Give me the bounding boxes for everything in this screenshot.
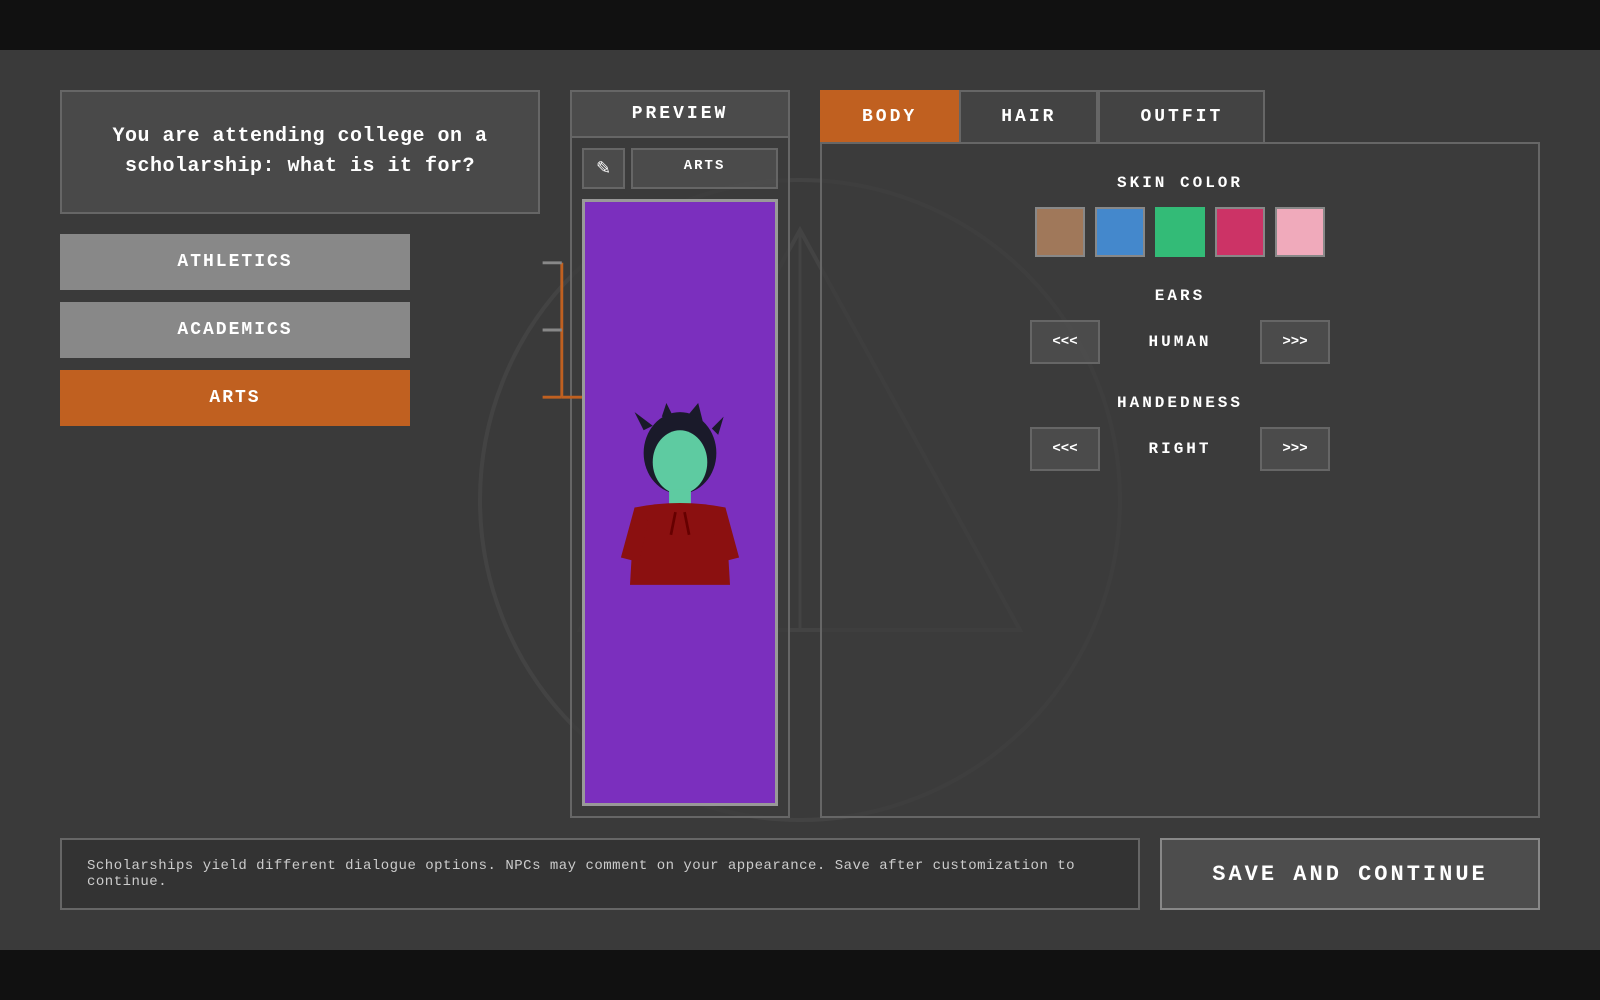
top-section: You are attending college on a scholarsh… — [60, 90, 1540, 818]
preview-tab-label: ARTS — [631, 148, 778, 189]
outfit-tab[interactable]: OUTFIT — [1098, 90, 1265, 142]
swatch-blue[interactable] — [1095, 207, 1145, 257]
brush-icon: ✎ — [596, 158, 611, 179]
athletics-button[interactable]: ATHLETICS — [60, 234, 410, 290]
swatch-tan[interactable] — [1035, 207, 1085, 257]
choices-wrapper: ATHLETICS ACADEMICS ARTS — [60, 234, 540, 426]
question-text: You are attending college on a scholarsh… — [102, 122, 498, 182]
handedness-value: RIGHT — [1120, 440, 1240, 458]
choice-item-academics: ACADEMICS — [60, 302, 540, 358]
ears-prev-button[interactable]: <<< — [1030, 320, 1100, 364]
ears-selector: <<< HUMAN >>> — [1030, 320, 1330, 364]
brush-tab-button[interactable]: ✎ — [582, 148, 625, 189]
character-preview — [582, 199, 778, 806]
info-box: Scholarships yield different dialogue op… — [60, 838, 1140, 910]
bottom-bar — [0, 950, 1600, 1000]
tab-bar: BODY HAIR OUTFIT — [820, 90, 1540, 142]
arts-button[interactable]: ARTS — [60, 370, 410, 426]
question-box: You are attending college on a scholarsh… — [60, 90, 540, 214]
right-panel: BODY HAIR OUTFIT SKIN COLOR — [820, 90, 1540, 818]
swatch-pink-dark[interactable] — [1215, 207, 1265, 257]
bottom-section: Scholarships yield different dialogue op… — [60, 838, 1540, 910]
handedness-section: HANDEDNESS <<< RIGHT >>> — [862, 394, 1498, 471]
handedness-prev-button[interactable]: <<< — [1030, 427, 1100, 471]
skin-color-section: SKIN COLOR — [862, 174, 1498, 257]
preview-label: PREVIEW — [632, 104, 729, 124]
body-tab[interactable]: BODY — [820, 90, 959, 142]
handedness-title: HANDEDNESS — [1117, 394, 1243, 412]
choice-item-athletics: ATHLETICS — [60, 234, 540, 290]
ears-value: HUMAN — [1120, 333, 1240, 351]
preview-content: ✎ ARTS — [570, 136, 790, 818]
save-continue-button[interactable]: SAVE AND CONTINUE — [1160, 838, 1540, 910]
top-bar — [0, 0, 1600, 50]
character-silhouette — [610, 403, 750, 603]
main-content: You are attending college on a scholarsh… — [0, 50, 1600, 950]
ears-section: EARS <<< HUMAN >>> — [862, 287, 1498, 364]
skin-color-title: SKIN COLOR — [1117, 174, 1243, 192]
ears-next-button[interactable]: >>> — [1260, 320, 1330, 364]
info-text: Scholarships yield different dialogue op… — [87, 858, 1113, 890]
handedness-selector: <<< RIGHT >>> — [1030, 427, 1330, 471]
middle-panel: PREVIEW ✎ ARTS — [570, 90, 790, 818]
left-panel: You are attending college on a scholarsh… — [60, 90, 540, 818]
customization-panel: SKIN COLOR EARS <<< HUMAN >> — [820, 142, 1540, 818]
preview-tabs: ✎ ARTS — [582, 148, 778, 189]
swatch-green[interactable] — [1155, 207, 1205, 257]
choices-list: ATHLETICS ACADEMICS ARTS — [60, 234, 540, 426]
academics-button[interactable]: ACADEMICS — [60, 302, 410, 358]
skin-color-swatches — [1035, 207, 1325, 257]
hair-tab[interactable]: HAIR — [959, 90, 1098, 142]
choice-item-arts: ARTS — [60, 370, 540, 426]
handedness-next-button[interactable]: >>> — [1260, 427, 1330, 471]
ears-title: EARS — [1155, 287, 1205, 305]
swatch-pink-light[interactable] — [1275, 207, 1325, 257]
preview-header: PREVIEW — [570, 90, 790, 136]
